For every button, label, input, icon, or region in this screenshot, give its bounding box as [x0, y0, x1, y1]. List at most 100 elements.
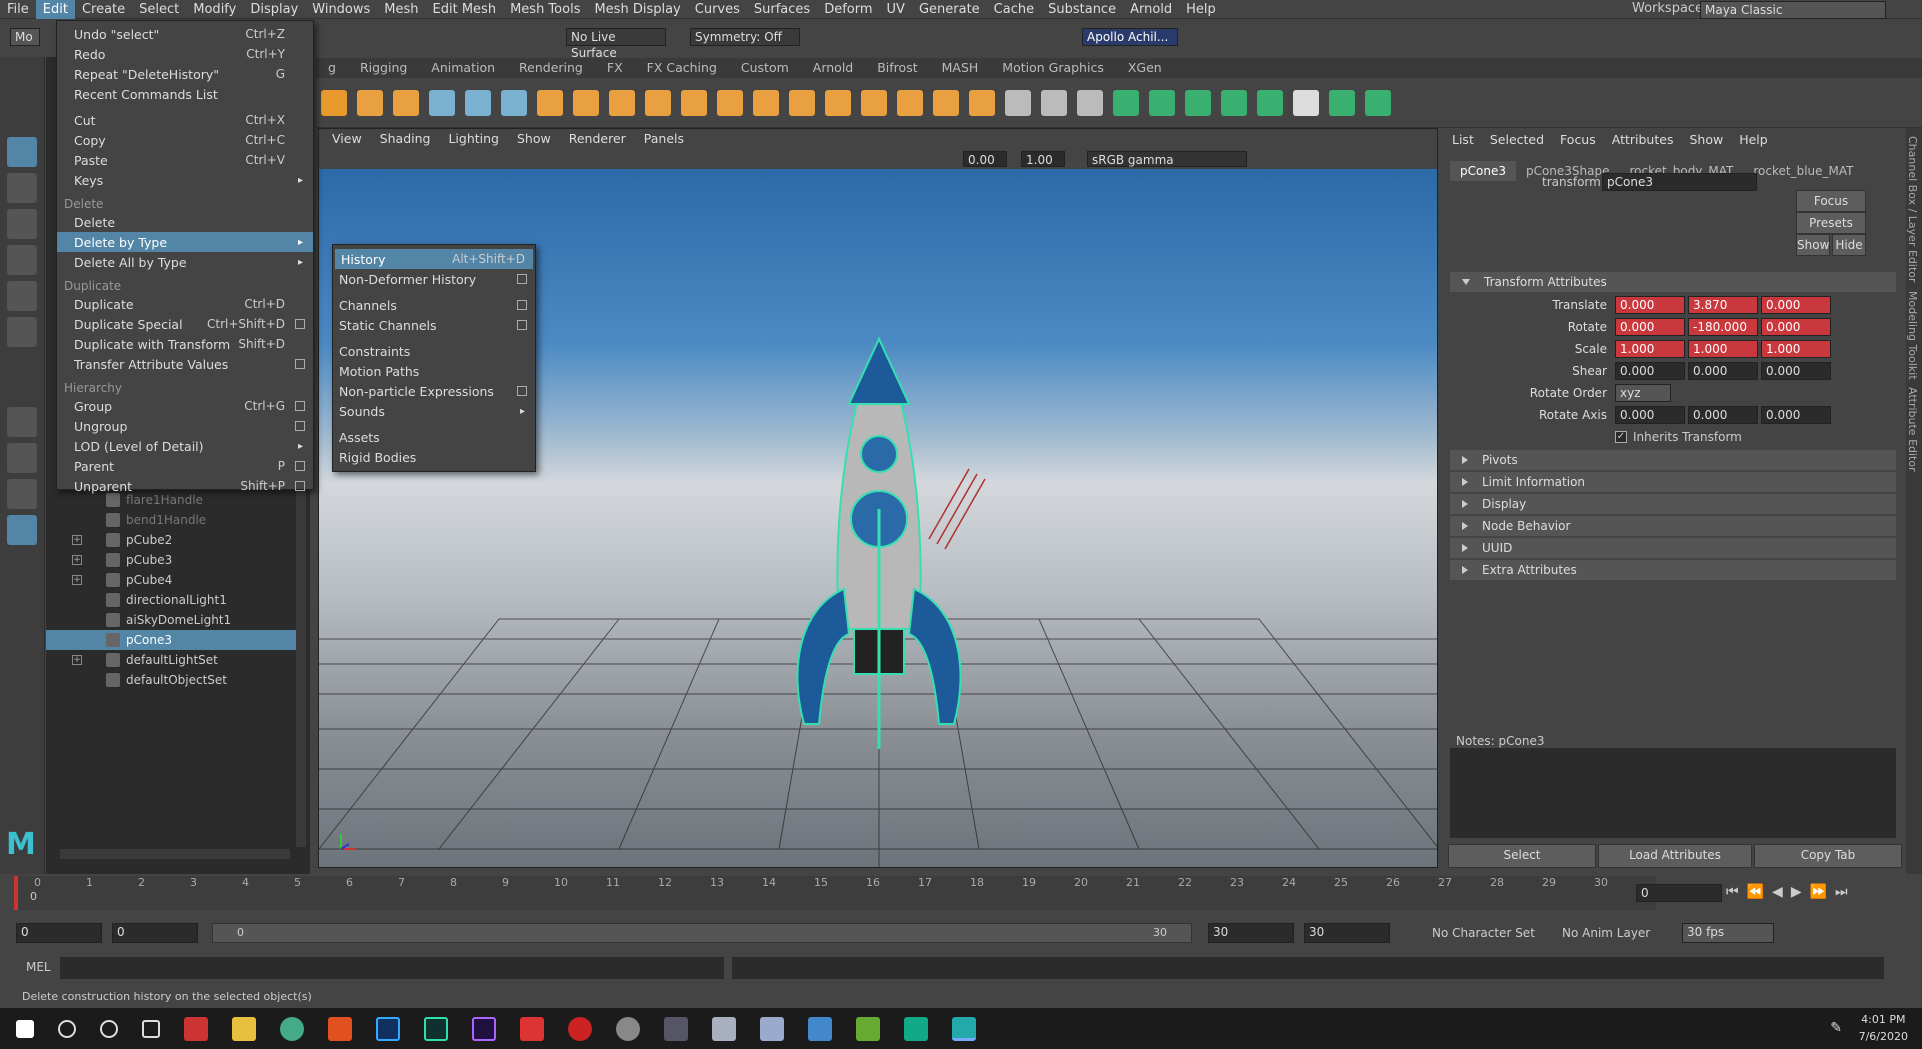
two-view-icon[interactable]	[7, 479, 37, 509]
menu-display[interactable]: Display	[243, 0, 305, 19]
edit-menu-item[interactable]: Duplicate with Transform Shift+D	[57, 334, 313, 354]
mel-input[interactable]	[60, 957, 724, 979]
ae-frame-uuid[interactable]: UUID	[1450, 538, 1896, 558]
fps-dropdown[interactable]: 30 fps	[1682, 923, 1774, 943]
current-time-marker[interactable]	[14, 876, 18, 910]
menu-select[interactable]: Select	[132, 0, 186, 19]
current-frame-field[interactable]: 0	[1636, 884, 1722, 902]
outliner-hscrollbar[interactable]	[60, 849, 290, 859]
shelf-tab[interactable]: Animation	[419, 58, 507, 78]
menu-modify[interactable]: Modify	[186, 0, 243, 19]
rotate-x-field[interactable]: 0.000	[1615, 318, 1685, 336]
menu-edit-mesh[interactable]: Edit Mesh	[426, 0, 504, 19]
ae-menu-show[interactable]: Show	[1681, 132, 1731, 147]
sphere-icon[interactable]	[537, 89, 563, 116]
expand-icon[interactable]: +	[72, 575, 82, 585]
edit-menu-item[interactable]: Unparent Shift+P	[57, 476, 313, 496]
ae-menu-help[interactable]: Help	[1731, 132, 1776, 147]
uv-layout-icon[interactable]	[1365, 89, 1391, 116]
shelf-tab[interactable]: Arnold	[801, 58, 865, 78]
menu-curves[interactable]: Curves	[688, 0, 747, 19]
playback-end-field[interactable]: 30	[1208, 923, 1294, 943]
translate-x-field[interactable]: 0.000	[1615, 296, 1685, 314]
menu-create[interactable]: Create	[75, 0, 132, 19]
load-attributes-button[interactable]: Load Attributes	[1598, 844, 1752, 868]
separate-icon[interactable]	[897, 89, 923, 116]
edit-menu-item[interactable]: Group Ctrl+G	[57, 396, 313, 416]
show-button[interactable]: Show	[1796, 234, 1830, 256]
extrude-icon[interactable]	[717, 89, 743, 116]
shelf-tab[interactable]: FX Caching	[635, 58, 729, 78]
submenu-item[interactable]: Constraints	[333, 341, 535, 361]
pen-tray-icon[interactable]: ✎	[1830, 1020, 1842, 1036]
side-tab[interactable]: Modeling Toolkit	[1906, 291, 1919, 380]
scale-tool-icon[interactable]	[7, 317, 37, 347]
time-slider[interactable]: 0 0 1 2 3 4 5 6 7 8 9 10 11 12 13 14 15 16 17 18 19 20 21 22 23…	[14, 876, 1656, 910]
viewport-menu-view[interactable]: View	[323, 129, 371, 149]
grid-cubes-icon[interactable]	[645, 89, 671, 116]
transform-name-field[interactable]: pCone3	[1602, 173, 1757, 191]
menu-uv[interactable]: UV	[880, 0, 912, 19]
outliner-item[interactable]: + pCube2	[46, 530, 296, 550]
anim-layer-dropdown[interactable]: No Anim Layer	[1562, 926, 1650, 940]
submenu-item[interactable]: Sounds ▸	[333, 401, 535, 421]
shelf-tab[interactable]: Rendering	[507, 58, 595, 78]
go-start-icon[interactable]: ⏮	[1726, 884, 1739, 900]
option-box-icon[interactable]	[517, 320, 527, 330]
menu-mesh-tools[interactable]: Mesh Tools	[503, 0, 587, 19]
translate-y-field[interactable]: 3.870	[1688, 296, 1758, 314]
clock[interactable]: 4:01 PM 7/6/2020	[1859, 1011, 1908, 1045]
submenu-item[interactable]: Non-Deformer History	[333, 269, 535, 289]
shelf-tab[interactable]: g	[316, 58, 348, 78]
ae-frame-extra-attributes[interactable]: Extra Attributes	[1450, 560, 1896, 580]
mirror-icon[interactable]	[933, 89, 959, 116]
ae-menu-attributes[interactable]: Attributes	[1604, 132, 1682, 147]
move-tool-icon[interactable]	[7, 245, 37, 275]
audition-icon[interactable]	[424, 1016, 448, 1041]
menu-edit[interactable]: Edit	[35, 0, 75, 19]
gamma-field[interactable]: 1.00	[1021, 151, 1065, 167]
ae-frame-limit-information[interactable]: Limit Information	[1450, 472, 1896, 492]
shelf-tab[interactable]: FX	[595, 58, 635, 78]
ae-node-tab[interactable]: pCone3	[1450, 161, 1516, 181]
step-forward-icon[interactable]: ⏩	[1810, 884, 1827, 900]
side-tab[interactable]: Channel Box / Layer Editor	[1906, 136, 1919, 283]
submenu-item[interactable]: Rigid Bodies	[333, 447, 535, 467]
submenu-item[interactable]: Assets	[333, 427, 535, 447]
uv-auto-icon[interactable]	[1221, 89, 1247, 116]
outliner-item[interactable]: + defaultLightSet	[46, 650, 296, 670]
focus-button[interactable]: Focus	[1796, 190, 1866, 212]
viewport-menu-renderer[interactable]: Renderer	[560, 129, 635, 149]
viewport-menu-lighting[interactable]: Lighting	[439, 129, 508, 149]
play-icon[interactable]: ▶	[1791, 884, 1802, 900]
menu-deform[interactable]: Deform	[817, 0, 879, 19]
range-slider[interactable]: 0 30	[212, 923, 1192, 943]
combine-icon[interactable]	[861, 89, 887, 116]
ae-menu-focus[interactable]: Focus	[1552, 132, 1604, 147]
notes-icon[interactable]	[760, 1016, 784, 1041]
edit-menu-item[interactable]: Keys ▸	[57, 170, 313, 190]
smooth-icon[interactable]	[825, 89, 851, 116]
outliner-item[interactable]: + pCube3	[46, 550, 296, 570]
rotate-axis-z-field[interactable]: 0.000	[1761, 406, 1831, 424]
cortana-icon[interactable]	[100, 1019, 118, 1038]
expand-icon[interactable]: +	[72, 535, 82, 545]
copy-tab-button[interactable]: Copy Tab	[1754, 844, 1902, 868]
edit-menu-item[interactable]: Undo "select" Ctrl+Z	[57, 24, 313, 44]
edit-menu-item[interactable]: Paste Ctrl+V	[57, 150, 313, 170]
submenu-item[interactable]: Static Channels	[333, 315, 535, 335]
deform-icon[interactable]	[429, 89, 455, 116]
bevel-icon[interactable]	[753, 89, 779, 116]
shelf-tab[interactable]: Bifrost	[865, 58, 929, 78]
cube-icon[interactable]	[573, 89, 599, 116]
rotate-axis-y-field[interactable]: 0.000	[1688, 406, 1758, 424]
boolean-icon[interactable]	[969, 89, 995, 116]
edit-menu-item[interactable]: Parent P	[57, 456, 313, 476]
file-explorer-icon[interactable]	[232, 1016, 256, 1041]
hide-button[interactable]: Hide	[1832, 234, 1866, 256]
3d-app-icon[interactable]	[904, 1016, 928, 1041]
svg-icon[interactable]	[393, 89, 419, 116]
character-set-dropdown[interactable]: No Character Set	[1432, 926, 1535, 940]
outliner-item[interactable]: aiSkyDomeLight1	[46, 610, 296, 630]
app-red-icon[interactable]	[184, 1016, 208, 1041]
